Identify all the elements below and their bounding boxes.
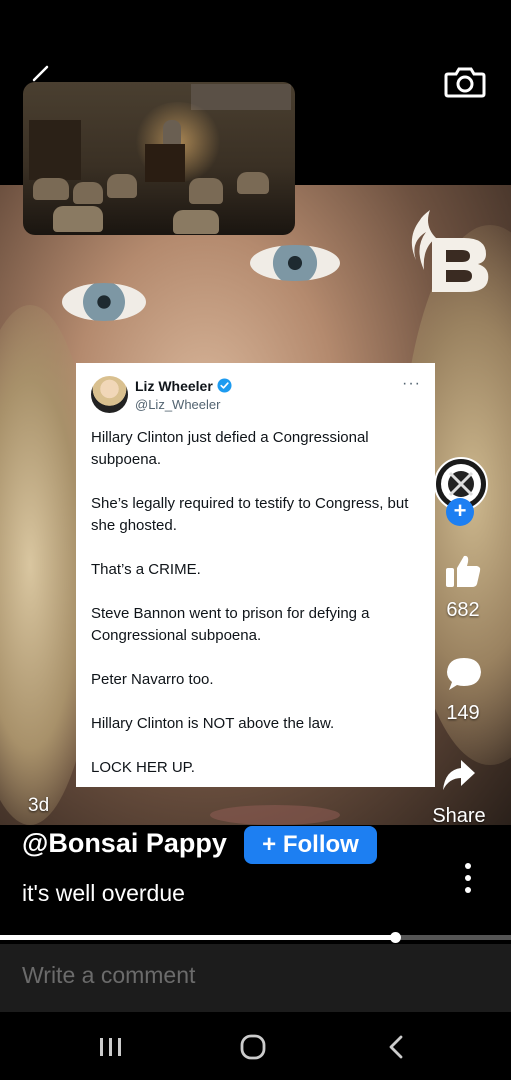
pip-audience bbox=[173, 210, 219, 234]
recent-apps-icon[interactable] bbox=[98, 1036, 124, 1058]
pip-audience bbox=[189, 178, 223, 204]
comment-input[interactable] bbox=[22, 962, 482, 989]
back-arrow-icon[interactable] bbox=[30, 64, 50, 84]
eye-left bbox=[62, 283, 146, 321]
tweet-line: Hillary Clinton just defied a Congressio… bbox=[91, 429, 369, 468]
tweet-author-name: Liz Wheeler bbox=[135, 378, 213, 394]
tweet-line: Hillary Clinton is NOT above the law. bbox=[91, 715, 335, 732]
tweet-line: That’s a CRIME. bbox=[91, 561, 201, 578]
brand-logo bbox=[411, 210, 489, 292]
post-age: 3d bbox=[28, 795, 50, 816]
share-arrow-icon[interactable] bbox=[441, 758, 477, 792]
home-icon[interactable] bbox=[240, 1034, 266, 1060]
tweet-more-icon: ··· bbox=[402, 375, 421, 392]
camera-icon[interactable] bbox=[444, 66, 486, 98]
pip-door bbox=[29, 120, 81, 180]
tweet-body: Hillary Clinton just defied a Congressio… bbox=[91, 427, 421, 801]
tweet-line: Peter Navarro too. bbox=[91, 671, 214, 688]
tweet-line: LOCK HER UP. bbox=[91, 759, 195, 776]
tweet-handle: @Liz_Wheeler bbox=[135, 397, 221, 412]
pip-audience bbox=[237, 172, 269, 194]
follow-plus-button[interactable]: + bbox=[446, 498, 474, 526]
progress-fill bbox=[0, 935, 395, 940]
tweet-line: She’s legally required to testify to Con… bbox=[91, 495, 409, 534]
pip-audience bbox=[73, 182, 103, 204]
pip-video[interactable] bbox=[23, 82, 295, 235]
post-caption[interactable]: it's well overdue bbox=[22, 880, 185, 907]
eye-right bbox=[250, 245, 340, 281]
pip-audience bbox=[33, 178, 69, 200]
pip-podium bbox=[145, 144, 185, 182]
tweet-card: Liz Wheeler @Liz_Wheeler ··· Hillary Cli… bbox=[76, 363, 435, 787]
vertical-dots-icon[interactable] bbox=[460, 860, 476, 896]
pip-projector-screen bbox=[191, 84, 291, 110]
pip-audience bbox=[53, 206, 103, 232]
like-count: 682 bbox=[446, 599, 480, 621]
share-label[interactable]: Share bbox=[424, 805, 494, 828]
lip bbox=[210, 805, 340, 825]
follow-button[interactable]: + Follow bbox=[244, 826, 377, 864]
progress-handle[interactable] bbox=[389, 932, 401, 943]
verified-badge-icon bbox=[217, 378, 232, 393]
pip-audience bbox=[107, 174, 137, 198]
tweet-line: Steve Bannon went to prison for defying … bbox=[91, 605, 370, 644]
comment-count: 149 bbox=[446, 702, 480, 724]
author-name[interactable]: @Bonsai Pappy bbox=[22, 828, 227, 859]
thumbs-up-icon[interactable] bbox=[444, 553, 482, 589]
nav-back-icon[interactable] bbox=[386, 1034, 406, 1060]
tweet-avatar bbox=[91, 376, 128, 413]
speech-bubble-icon[interactable] bbox=[445, 656, 483, 692]
